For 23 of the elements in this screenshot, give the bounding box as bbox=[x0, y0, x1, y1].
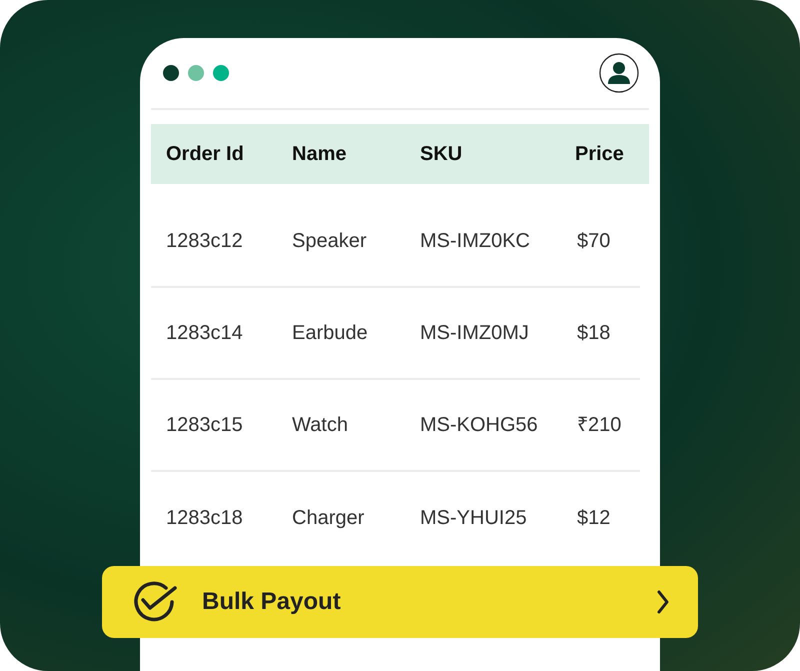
chevron-right-icon bbox=[656, 589, 670, 615]
table-cell-text: 1283c12 bbox=[166, 229, 244, 254]
table-cell-text: $12 bbox=[576, 506, 612, 531]
column-header: Name bbox=[292, 142, 348, 167]
column-header: Price bbox=[575, 142, 625, 167]
column-header: Order Id bbox=[166, 142, 245, 167]
table-cell-text: $18 bbox=[576, 321, 612, 346]
table-cell-text: MS-YHUI25 bbox=[420, 506, 528, 531]
table-cell-text: Speaker bbox=[292, 229, 368, 254]
table-cell-text: MS-KOHG56 bbox=[420, 413, 539, 438]
table-cell-text: MS-IMZ0MJ bbox=[420, 321, 530, 346]
table-cell-text: 1283c15 bbox=[166, 413, 244, 438]
table-cell-text: Watch bbox=[292, 413, 349, 438]
table-cell-text: 1283c14 bbox=[166, 321, 244, 346]
bulk-payout-button[interactable]: Bulk Payout bbox=[102, 566, 698, 638]
column-header: SKU bbox=[420, 142, 464, 167]
table-cell-text: ₹210 bbox=[576, 413, 622, 438]
table-cell-text: 1283c18 bbox=[166, 506, 244, 531]
table-cell-text: MS-IMZ0KC bbox=[420, 229, 531, 254]
table-cell-text: Charger bbox=[292, 506, 366, 531]
user-avatar-icon[interactable] bbox=[599, 53, 639, 93]
table-cell-text: $70 bbox=[576, 229, 612, 254]
table-cell-text: Earbude bbox=[292, 321, 369, 346]
